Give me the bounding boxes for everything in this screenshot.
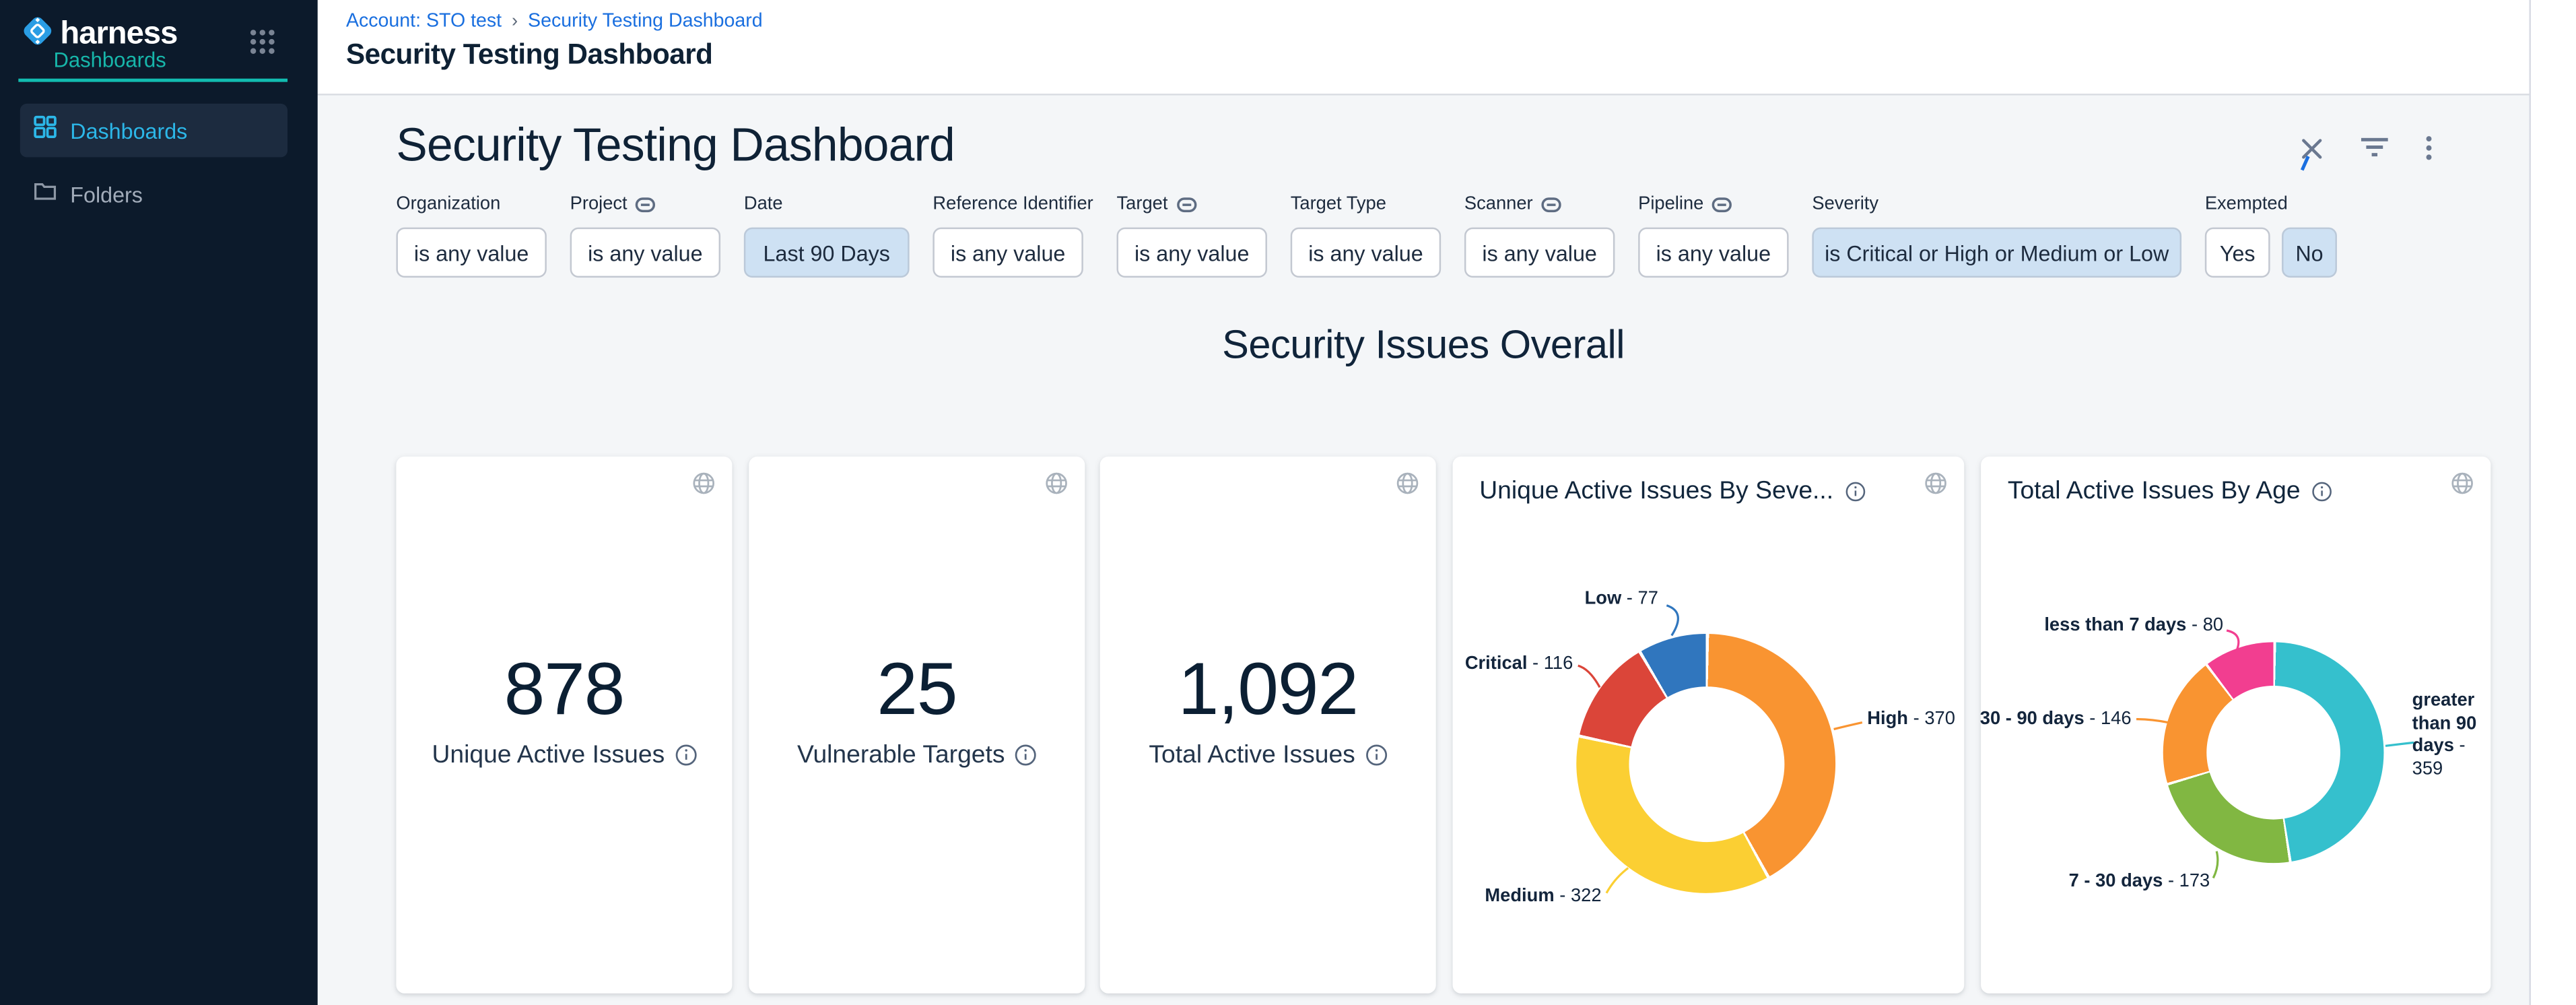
dashboard-actions — [2300, 135, 2432, 160]
vertical-scrollbar[interactable] — [2529, 0, 2576, 1005]
exempted-yes-button[interactable]: Yes — [2205, 228, 2270, 278]
globe-icon — [1924, 472, 1948, 503]
section-title: Security Issues Overall — [318, 323, 2530, 370]
filter-bar: Organization is any value Project is any… — [396, 193, 2337, 278]
filter-date: Date Last 90 Days — [744, 193, 910, 278]
age-donut-chart[interactable] — [2163, 642, 2384, 863]
globe-icon — [1045, 472, 1069, 503]
filter-reference-identifier: Reference Identifier is any value — [933, 193, 1093, 278]
breadcrumb: Account: STO test › Security Testing Das… — [346, 11, 763, 32]
link-icon — [1712, 197, 1732, 212]
link-icon — [1541, 197, 1561, 212]
filter-label: Severity — [1812, 194, 1878, 214]
filter-label: Reference Identifier — [933, 194, 1093, 214]
breadcrumb-page-link[interactable]: Security Testing Dashboard — [528, 11, 763, 32]
callout-high: High - 370 — [1867, 709, 1955, 731]
dashboard-content: Security Testing Dashboard O — [318, 96, 2530, 1005]
globe-icon — [692, 472, 716, 503]
filter-value-dropdown[interactable]: Last 90 Days — [744, 228, 910, 278]
sidebar-item-label: Folders — [70, 181, 143, 206]
filter-value-dropdown[interactable]: is any value — [570, 228, 720, 278]
filter-value-dropdown[interactable]: is any value — [1117, 228, 1267, 278]
card-issues-by-age: Total Active Issues By Age less than 7 d… — [1981, 457, 2490, 994]
filter-label: Project — [570, 194, 628, 214]
filter-severity: Severity is Critical or High or Medium o… — [1812, 193, 2181, 278]
filter-value-dropdown[interactable]: is any value — [1638, 228, 1788, 278]
info-icon[interactable] — [1845, 481, 1865, 501]
stat-label: Vulnerable Targets — [749, 741, 1085, 769]
stat-label: Total Active Issues — [1100, 741, 1436, 769]
filter-project: Project is any value — [570, 193, 720, 278]
close-icon[interactable] — [2300, 136, 2324, 160]
callout-30-90-days: 30 - 90 days - 146 — [1980, 709, 2132, 731]
chart-title: Total Active Issues By Age — [2008, 477, 2332, 505]
link-icon — [1176, 197, 1196, 212]
exempted-no-button[interactable]: No — [2282, 228, 2337, 278]
filter-label: Date — [744, 194, 783, 214]
callout-less-than-7-days: less than 7 days - 80 — [2044, 616, 2223, 637]
module-name: Dashboards — [53, 48, 166, 72]
filter-value-dropdown[interactable]: is Critical or High or Medium or Low — [1812, 228, 2181, 278]
info-icon[interactable] — [2312, 481, 2332, 501]
stat-value: 878 — [396, 651, 732, 731]
filter-pipeline: Pipeline is any value — [1638, 193, 1788, 278]
callout-greater-than-90-days: greater than 90 days - 359 — [2412, 690, 2496, 781]
top-header: Account: STO test › Security Testing Das… — [318, 0, 2576, 96]
stat-label: Unique Active Issues — [396, 741, 732, 769]
brand-name: harness — [60, 18, 177, 52]
filter-value-dropdown[interactable]: is any value — [933, 228, 1083, 278]
card-total-active-issues: 1,092 Total Active Issues — [1100, 457, 1436, 994]
filter-label: Pipeline — [1638, 194, 1703, 214]
callout-medium: Medium - 322 — [1485, 886, 1601, 908]
dashboards-icon — [34, 115, 57, 146]
filter-label: Target — [1117, 194, 1168, 214]
app-launcher-icon[interactable] — [249, 28, 276, 55]
callout-7-30-days: 7 - 30 days - 173 — [2069, 872, 2210, 893]
card-vulnerable-targets: 25 Vulnerable Targets — [749, 457, 1085, 994]
link-icon — [636, 197, 656, 212]
page-title: Security Testing Dashboard — [346, 38, 713, 72]
sidebar: harness Dashboards Dashboards — [0, 0, 318, 1005]
filter-label: Organization — [396, 194, 500, 214]
breadcrumb-separator-icon: › — [512, 11, 518, 32]
filter-label: Exempted — [2205, 194, 2288, 214]
breadcrumb-account-link[interactable]: Account: STO test — [346, 11, 502, 32]
dashboard-title: Security Testing Dashboard — [396, 119, 954, 172]
globe-icon — [1396, 472, 1419, 503]
filter-value-dropdown[interactable]: is any value — [1291, 228, 1441, 278]
severity-donut-chart[interactable] — [1576, 634, 1835, 893]
stat-value: 1,092 — [1100, 651, 1436, 731]
harness-logo-icon — [20, 13, 55, 57]
chart-title: Unique Active Issues By Seve... — [1479, 477, 1865, 505]
sidebar-item-dashboards[interactable]: Dashboards — [20, 104, 287, 157]
callout-critical: Critical - 116 — [1465, 654, 1573, 676]
sidebar-divider — [18, 79, 287, 82]
filter-label: Scanner — [1464, 194, 1533, 214]
sidebar-item-folders[interactable]: Folders — [20, 167, 287, 220]
info-icon[interactable] — [675, 744, 696, 766]
filter-target-type: Target Type is any value — [1291, 193, 1441, 278]
stat-value: 25 — [749, 651, 1085, 731]
filter-value-dropdown[interactable]: is any value — [396, 228, 546, 278]
globe-icon — [2451, 472, 2474, 503]
kebab-menu-icon[interactable] — [2426, 135, 2433, 160]
filter-label: Target Type — [1291, 194, 1386, 214]
filter-value-dropdown[interactable]: is any value — [1464, 228, 1615, 278]
card-issues-by-severity: Unique Active Issues By Seve... Low - 77… — [1453, 457, 1965, 994]
sidebar-item-label: Dashboards — [70, 118, 187, 143]
card-unique-active-issues: 878 Unique Active Issues — [396, 457, 732, 994]
filter-icon[interactable] — [2361, 137, 2389, 159]
callout-low: Low - 77 — [1585, 589, 1658, 610]
filter-organization: Organization is any value — [396, 193, 546, 278]
app-root: harness Dashboards Dashboards — [0, 0, 2576, 1005]
info-icon[interactable] — [1015, 744, 1036, 766]
filter-scanner: Scanner is any value — [1464, 193, 1615, 278]
info-icon[interactable] — [1365, 744, 1387, 766]
filter-exempted: Exempted Yes No — [2205, 193, 2337, 278]
folder-icon — [34, 178, 57, 209]
filter-target: Target is any value — [1117, 193, 1267, 278]
